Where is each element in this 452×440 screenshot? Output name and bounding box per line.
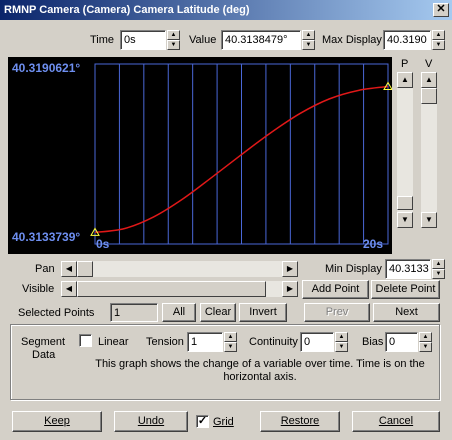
pan-scrollbar[interactable]: ◀ ▶ <box>61 261 298 277</box>
spin-up-icon[interactable]: ▲ <box>224 332 237 342</box>
scroll-left-icon[interactable]: ◀ <box>61 281 77 297</box>
undo-label: Undo <box>137 415 165 427</box>
v-scroll-thumb[interactable] <box>421 88 437 104</box>
bias-label: Bias <box>362 336 384 348</box>
invert-selection-button[interactable]: Invert <box>239 303 287 322</box>
value-spinner[interactable]: ▲ ▼ <box>302 30 315 50</box>
continuity-spinner[interactable]: ▲ ▼ <box>335 332 348 352</box>
value-input[interactable]: 40.3138479° <box>221 30 301 50</box>
v-scrollbar[interactable]: ▲ ▼ <box>421 72 437 228</box>
restore-label: Restore <box>280 415 320 427</box>
scroll-down-icon[interactable]: ▼ <box>397 212 413 228</box>
time-spinner[interactable]: ▲ ▼ <box>167 30 180 50</box>
keep-button[interactable]: Keep <box>12 411 102 432</box>
spin-down-icon[interactable]: ▼ <box>224 342 237 352</box>
scroll-up-icon[interactable]: ▲ <box>421 72 437 88</box>
max-display-input[interactable]: 40.3190 <box>383 30 431 50</box>
visible-scroll-thumb[interactable] <box>77 281 266 297</box>
selected-points-count: 1 <box>110 303 158 322</box>
scroll-right-icon[interactable]: ▶ <box>282 261 298 277</box>
spin-up-icon[interactable]: ▲ <box>167 30 180 40</box>
spin-up-icon[interactable]: ▲ <box>335 332 348 342</box>
window-titlebar: RMNP Camera (Camera) Camera Latitude (de… <box>0 0 452 20</box>
bias-input[interactable]: 0 <box>385 332 418 352</box>
restore-button[interactable]: Restore <box>260 411 340 432</box>
graph-min-value: 40.3133739° <box>12 230 81 244</box>
min-display-label: Min Display <box>325 263 382 275</box>
spin-up-icon[interactable]: ▲ <box>302 30 315 40</box>
spin-up-icon[interactable]: ▲ <box>432 259 445 269</box>
curve-graph-svg[interactable] <box>8 57 393 254</box>
segment-title: Segment <box>21 336 66 348</box>
cancel-button[interactable]: Cancel <box>352 411 440 432</box>
p-scroll-thumb[interactable] <box>397 196 413 210</box>
spin-down-icon[interactable]: ▼ <box>432 40 445 50</box>
undo-button[interactable]: Undo <box>114 411 188 432</box>
max-display-spinner[interactable]: ▲ ▼ <box>432 30 445 50</box>
v-label: V <box>425 58 433 70</box>
time-label: Time <box>90 34 115 46</box>
next-point-button[interactable]: Next <box>373 303 440 322</box>
min-display-spinner[interactable]: ▲ ▼ <box>432 259 445 279</box>
segment-title-data: Data <box>32 349 56 361</box>
tension-input[interactable]: 1 <box>187 332 223 352</box>
scroll-right-icon[interactable]: ▶ <box>282 281 298 297</box>
p-label: P <box>401 58 409 70</box>
spin-down-icon[interactable]: ▼ <box>335 342 348 352</box>
spin-down-icon[interactable]: ▼ <box>302 40 315 50</box>
continuity-label: Continuity <box>249 336 298 348</box>
close-icon: ✕ <box>436 3 446 15</box>
max-display-label: Max Display <box>322 34 382 46</box>
value-label: Value <box>189 34 217 46</box>
selected-points-label: Selected Points <box>18 307 95 319</box>
p-scrollbar[interactable]: ▲ ▼ <box>397 72 413 228</box>
pan-label: Pan <box>35 263 55 275</box>
linear-checkbox[interactable] <box>79 334 92 347</box>
graph-time-end: 20s <box>363 237 384 251</box>
spin-down-icon[interactable]: ▼ <box>432 269 445 279</box>
keep-label: Keep <box>44 415 70 427</box>
prev-point-button[interactable]: Prev <box>304 303 370 322</box>
grid-label: Grid <box>213 416 234 428</box>
spin-up-icon[interactable]: ▲ <box>419 332 432 342</box>
window-title: RMNP Camera (Camera) Camera Latitude (de… <box>4 4 250 16</box>
clear-selection-button[interactable]: Clear <box>200 303 236 322</box>
cancel-label: Cancel <box>378 415 414 427</box>
scroll-down-icon[interactable]: ▼ <box>421 212 437 228</box>
bias-spinner[interactable]: ▲ ▼ <box>419 332 432 352</box>
spin-down-icon[interactable]: ▼ <box>419 342 432 352</box>
scroll-up-icon[interactable]: ▲ <box>397 72 413 88</box>
add-point-button[interactable]: Add Point <box>302 280 369 299</box>
graph-time-start: 0s <box>96 237 110 251</box>
select-all-button[interactable]: All <box>162 303 196 322</box>
time-input[interactable]: 0s <box>120 30 166 50</box>
min-display-input[interactable]: 40.3133 <box>385 259 431 279</box>
tension-spinner[interactable]: ▲ ▼ <box>224 332 237 352</box>
segment-help-text: This graph shows the change of a variabl… <box>95 358 425 383</box>
delete-point-button[interactable]: Delete Point <box>371 280 440 299</box>
graph-max-value: 40.3190621° <box>12 61 81 75</box>
tension-label: Tension <box>146 336 184 348</box>
visible-scrollbar[interactable]: ◀ ▶ <box>61 281 298 297</box>
scroll-left-icon[interactable]: ◀ <box>61 261 77 277</box>
pan-scroll-thumb[interactable] <box>77 261 93 277</box>
spin-down-icon[interactable]: ▼ <box>167 40 180 50</box>
continuity-input[interactable]: 0 <box>300 332 334 352</box>
close-button[interactable]: ✕ <box>433 3 449 17</box>
linear-label: Linear <box>98 336 129 348</box>
grid-checkbox[interactable]: ✓ <box>196 415 209 428</box>
visible-label: Visible <box>22 283 55 295</box>
spin-up-icon[interactable]: ▲ <box>432 30 445 40</box>
curve-graph[interactable]: 40.3190621° 40.3133739° 0s 20s <box>8 57 393 254</box>
